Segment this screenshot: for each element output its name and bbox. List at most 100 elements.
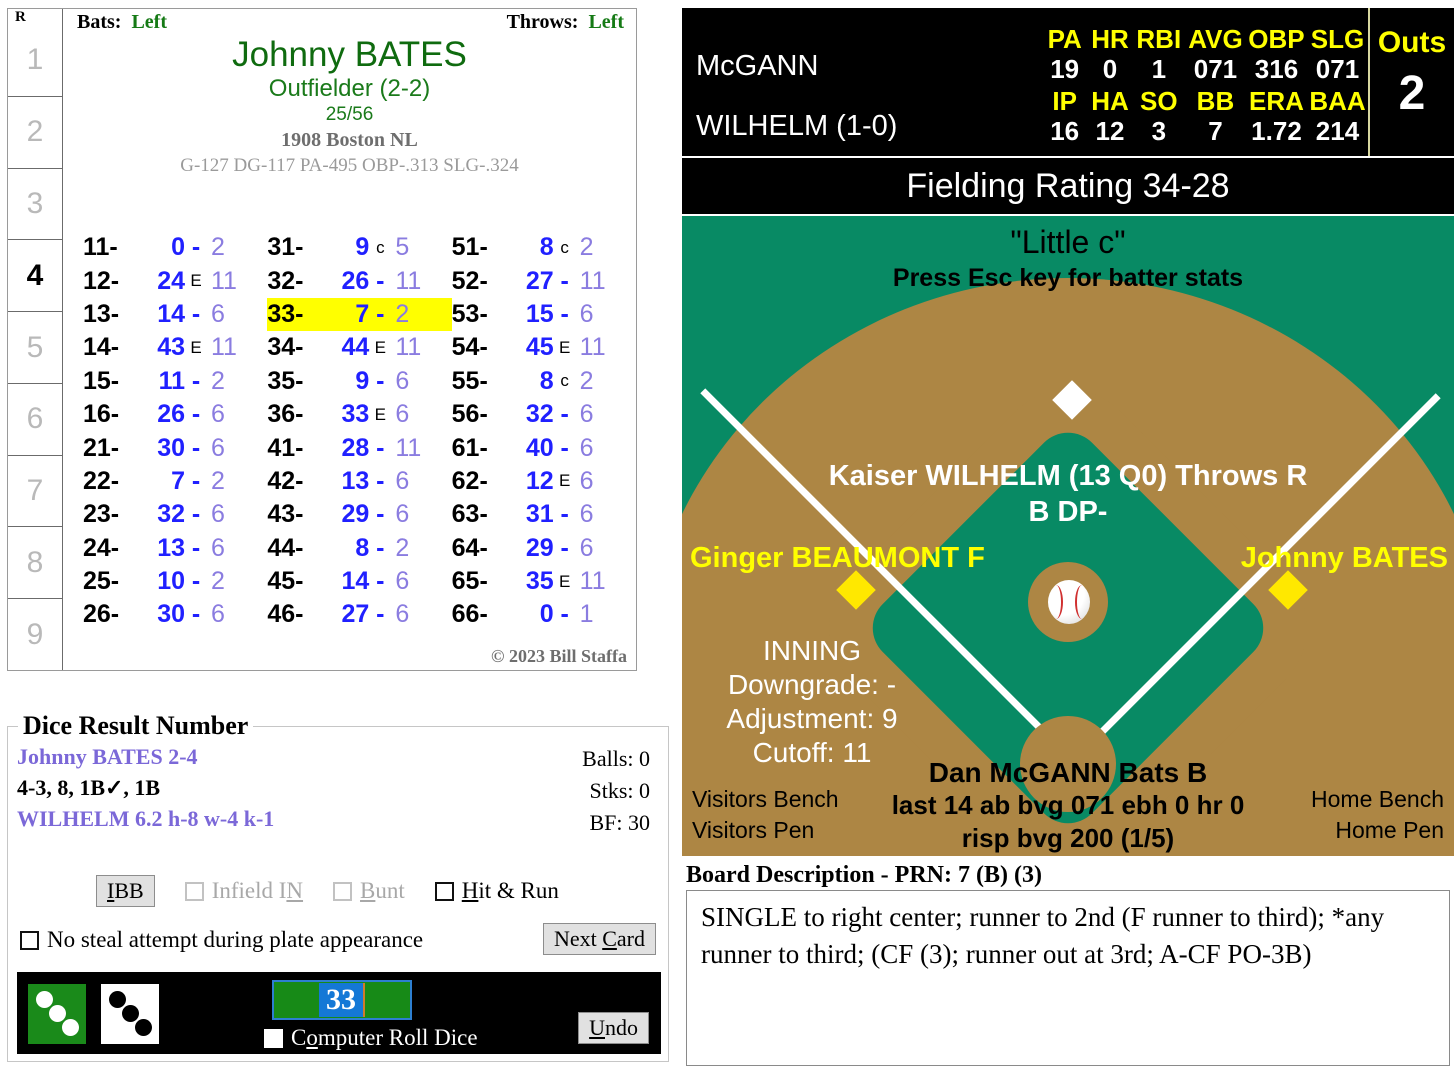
green-die[interactable] — [28, 984, 86, 1044]
infield-in-option[interactable]: Infield IN — [184, 878, 303, 904]
computer-roll-checkbox[interactable] — [264, 1028, 283, 1048]
result-row-54: 54- 45 E 11 — [452, 331, 636, 364]
result-suffix: 6 — [579, 299, 594, 328]
player-card: R 123456789 Bats: Left Throws: Left John… — [7, 8, 637, 671]
pitcher-value-2: 3 — [1151, 116, 1167, 146]
no-steal-checkbox[interactable] — [20, 930, 39, 950]
result-value: 32 — [157, 500, 185, 529]
infield-in-checkbox[interactable] — [184, 881, 204, 901]
result-marker: E — [558, 571, 571, 591]
strikes-count: Stks: 0 — [589, 778, 650, 803]
result-suffix: 2 — [211, 567, 225, 596]
undo-button[interactable]: Undo — [578, 1012, 649, 1044]
bats-group: Bats: Left — [77, 11, 167, 34]
inning-label: INNING — [763, 635, 861, 666]
result-value: 13 — [157, 533, 185, 562]
result-suffix: 11 — [579, 333, 606, 362]
result-value: 15 — [525, 299, 554, 328]
result-value: 31 — [525, 500, 554, 529]
left-fielder-label[interactable]: Ginger BEAUMONT F — [690, 542, 985, 575]
inning-cell-6[interactable]: 6 — [8, 384, 62, 456]
result-key: 56- — [451, 400, 488, 429]
inning-cell-8[interactable]: 8 — [8, 527, 62, 600]
board-description-text: SINGLE to right center; runner to 2nd (F… — [701, 902, 1385, 969]
inning-cell-1[interactable]: 1 — [8, 25, 62, 97]
result-suffix: 6 — [211, 400, 225, 429]
pitcher-value-5: 214 — [1315, 116, 1360, 146]
result-row-36: 36- 33 E 6 — [267, 398, 451, 431]
result-marker: c — [376, 237, 385, 257]
hit-and-run-option[interactable]: Hit & Run — [434, 878, 559, 904]
board-description-title: Board Description - PRN: 7 (B) (3) — [686, 862, 1042, 888]
pitcher-label[interactable]: Kaiser WILHELM (13 Q0) Throws R — [682, 460, 1454, 493]
right-fielder-label[interactable]: Johnny BATES — [1241, 542, 1448, 575]
field-diagram[interactable]: "Little c" Press Esc key for batter stat… — [682, 216, 1454, 856]
inning-cell-2[interactable]: 2 — [8, 97, 62, 169]
home-pen-link[interactable]: Home Pen — [1311, 815, 1444, 846]
bunt-checkbox[interactable] — [333, 881, 353, 901]
result-value: 27 — [525, 266, 554, 295]
next-card-button[interactable]: Next Card — [542, 923, 656, 955]
result-value: 33 — [341, 400, 370, 429]
result-row-16: 16- 26-6 — [83, 398, 267, 431]
result-suffix: 11 — [579, 266, 606, 295]
result-value: 28 — [341, 433, 370, 462]
home-links[interactable]: Home Bench Home Pen — [1311, 784, 1444, 846]
result-marker: E — [374, 337, 386, 357]
result-value: 0 — [171, 233, 185, 262]
result-row-24: 24- 13-6 — [83, 532, 267, 565]
pitcher-header-3: BB — [1196, 86, 1235, 116]
outs-value: 2 — [1398, 67, 1426, 120]
home-bench-link[interactable]: Home Bench — [1311, 784, 1444, 815]
ibb-button[interactable]: IBB — [96, 875, 155, 907]
result-marker: - — [560, 266, 569, 295]
esc-hint: Press Esc key for batter stats — [892, 264, 1244, 292]
dice-result-batter: Johnny BATES 2-4 — [17, 744, 198, 769]
visitors-links[interactable]: Visitors Bench Visitors Pen — [692, 784, 839, 846]
inning-cell-3[interactable]: 3 — [8, 169, 62, 241]
result-marker: - — [191, 533, 201, 562]
result-marker: - — [560, 533, 569, 562]
hit-and-run-checkbox[interactable] — [434, 881, 454, 901]
result-suffix: 2 — [579, 233, 594, 262]
inning-cell-5[interactable]: 5 — [8, 312, 62, 384]
result-suffix: 6 — [579, 400, 594, 429]
result-suffix: 6 — [211, 600, 225, 629]
result-marker: - — [560, 433, 569, 462]
white-die[interactable] — [101, 984, 159, 1044]
computer-roll-option[interactable]: Computer Roll Dice — [264, 1025, 478, 1051]
batter-value-5: 071 — [1315, 54, 1360, 84]
visitors-bench-link[interactable]: Visitors Bench — [692, 784, 839, 815]
result-suffix: 6 — [395, 567, 410, 596]
result-value: 45 — [525, 333, 554, 362]
player-ratio: 25/56 — [325, 104, 374, 125]
result-suffix: 6 — [579, 500, 594, 529]
result-key: 24- — [83, 533, 120, 562]
result-row-31: 31- 9 c 5 — [267, 231, 451, 264]
board-description-box: SINGLE to right center; runner to 2nd (F… — [686, 890, 1450, 1066]
hit-and-run-label: Hit & Run — [461, 878, 559, 903]
bats-label: Bats: — [77, 11, 122, 33]
inning-cell-4[interactable]: 4 — [8, 240, 62, 313]
visitors-pen-link[interactable]: Visitors Pen — [692, 815, 839, 846]
runs-header: R — [15, 9, 26, 25]
result-value: 32 — [525, 400, 554, 429]
inning-cell-9[interactable]: 9 — [8, 599, 62, 670]
result-suffix: 6 — [211, 533, 225, 562]
roll-result-box[interactable]: 33 — [272, 980, 412, 1020]
result-key: 12- — [83, 266, 120, 295]
batter-value-2: 1 — [1151, 54, 1167, 84]
result-suffix: 11 — [579, 567, 606, 596]
result-marker: - — [376, 567, 385, 596]
inning-cell-7[interactable]: 7 — [8, 456, 62, 528]
result-value: 8 — [539, 233, 554, 262]
no-steal-option[interactable]: No steal attempt during plate appearance — [20, 927, 423, 953]
dice-result-pitcher: WILHELM 6.2 h-8 w-4 k-1 — [17, 806, 275, 831]
result-suffix: 11 — [395, 333, 422, 362]
result-row-52: 52- 27-11 — [452, 264, 636, 297]
result-marker: - — [191, 366, 201, 395]
bunt-option[interactable]: Bunt — [333, 878, 405, 904]
result-row-64: 64- 29-6 — [452, 532, 636, 565]
outs-label: Outs — [1377, 26, 1447, 59]
result-key: 44- — [267, 533, 304, 562]
